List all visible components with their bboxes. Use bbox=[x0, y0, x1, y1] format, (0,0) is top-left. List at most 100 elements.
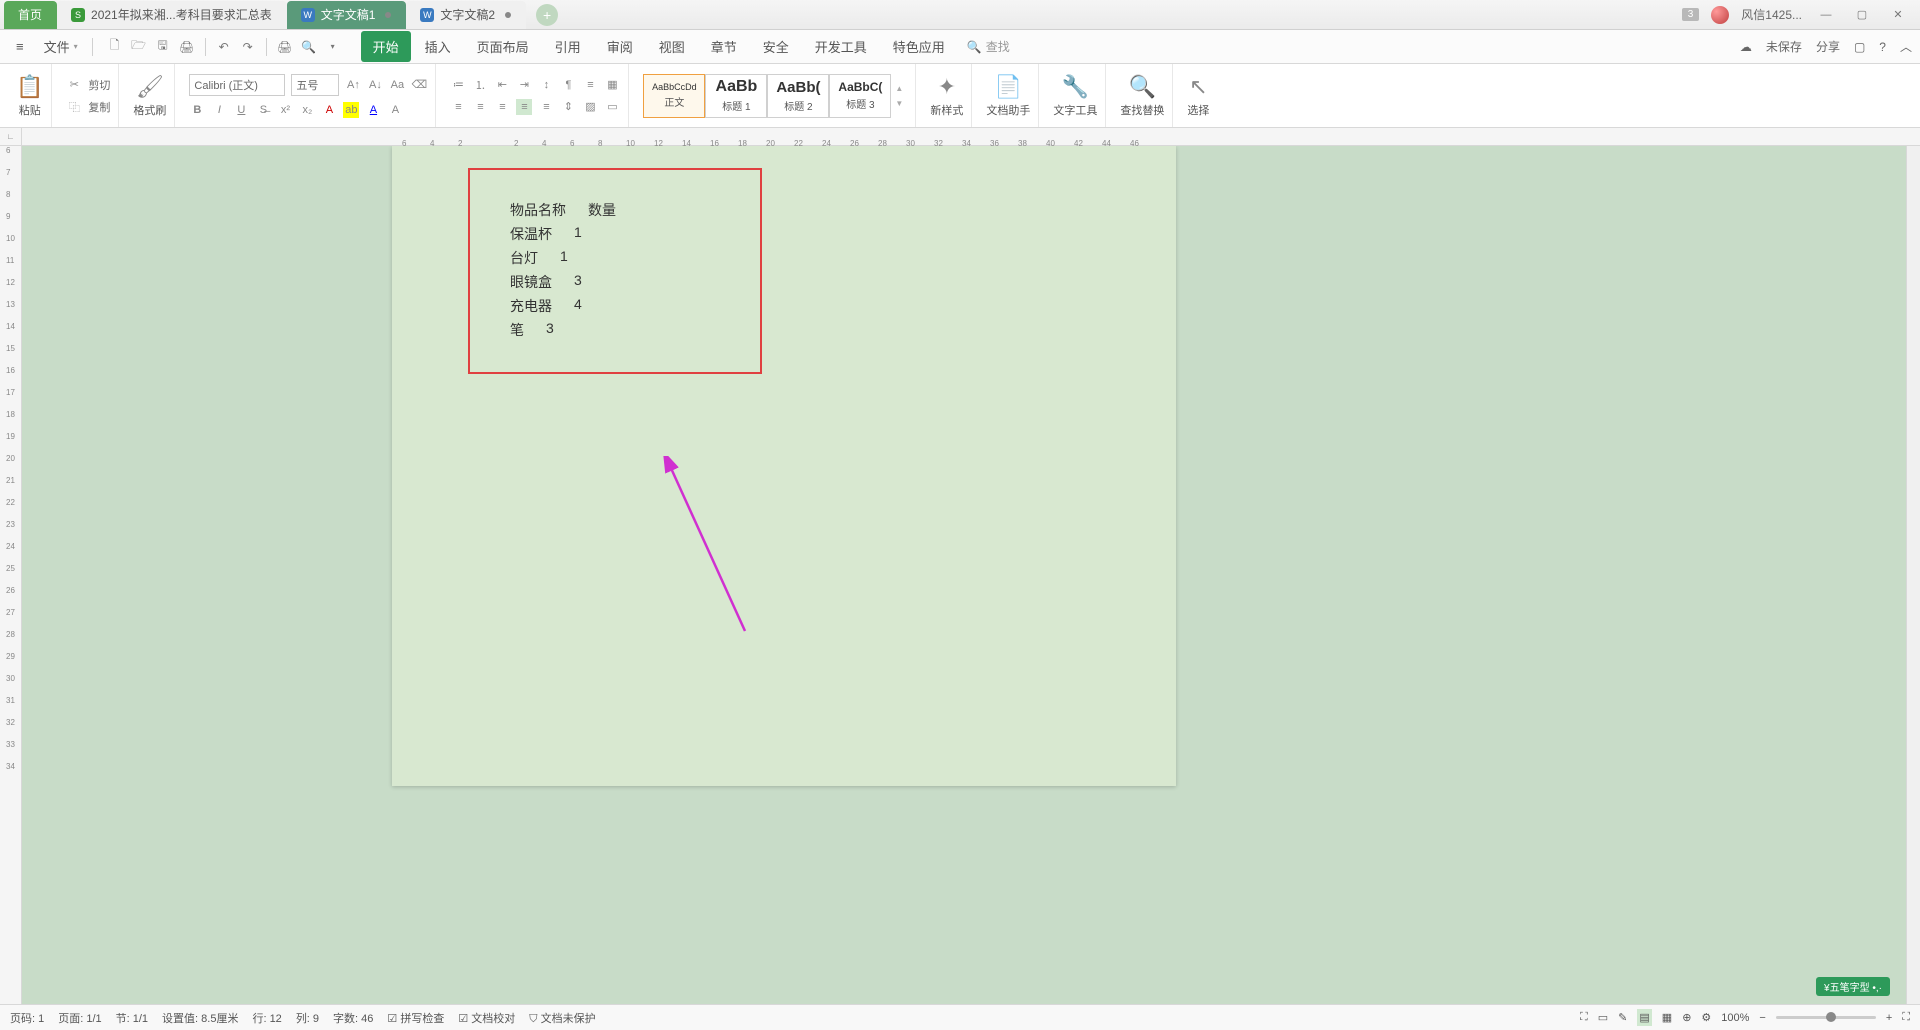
avatar-icon[interactable] bbox=[1711, 6, 1729, 24]
tab-start[interactable]: 开始 bbox=[361, 31, 411, 62]
copy-button[interactable]: ⿻复制 bbox=[66, 99, 110, 115]
file-menu[interactable]: 文件▾ bbox=[36, 33, 86, 60]
decrease-font-icon[interactable]: A↓ bbox=[367, 77, 383, 93]
zoom-thumb[interactable] bbox=[1826, 1012, 1836, 1022]
hamburger-icon[interactable]: ≡ bbox=[8, 35, 32, 58]
status-page[interactable]: 页面: 1/1 bbox=[58, 1010, 101, 1026]
minimize-button[interactable]: — bbox=[1814, 5, 1838, 25]
tab-doc-1[interactable]: W文字文稿1 bbox=[287, 1, 407, 29]
style-body[interactable]: AaBbCcDd正文 bbox=[643, 74, 705, 118]
tab-review[interactable]: 审阅 bbox=[595, 31, 645, 62]
edit-mode-icon[interactable]: ✎ bbox=[1618, 1011, 1627, 1024]
unsaved-label[interactable]: 未保存 bbox=[1766, 38, 1802, 55]
fullscreen-icon[interactable]: ⛶ bbox=[1580, 1011, 1588, 1024]
subscript-icon[interactable]: x₂ bbox=[299, 102, 315, 118]
cut-button[interactable]: ✂剪切 bbox=[66, 77, 110, 93]
ruler-vertical[interactable]: 6789101112131415161718192021222324252627… bbox=[0, 146, 22, 1004]
bookmark-icon[interactable]: ▢ bbox=[1854, 40, 1865, 54]
new-icon[interactable]: 🗋 bbox=[107, 39, 123, 55]
zoom-slider[interactable] bbox=[1776, 1016, 1876, 1019]
cloud-icon[interactable]: ☁ bbox=[1740, 40, 1752, 54]
scrollbar-vertical[interactable] bbox=[1906, 146, 1920, 1004]
status-col[interactable]: 列: 9 bbox=[296, 1010, 319, 1026]
font-underline-color-icon[interactable]: A bbox=[365, 102, 381, 118]
page-view-icon[interactable]: ▤ bbox=[1637, 1009, 1651, 1026]
align-right-icon[interactable]: ≡ bbox=[494, 99, 510, 115]
paste-button[interactable]: 📋粘贴 bbox=[16, 74, 43, 118]
select-button[interactable]: ↖选择 bbox=[1187, 74, 1209, 118]
style-down-icon[interactable]: ▼ bbox=[895, 99, 903, 108]
align-center-icon[interactable]: ≡ bbox=[472, 99, 488, 115]
font-name-select[interactable]: Calibri (正文) bbox=[189, 74, 285, 96]
web-view-icon[interactable]: ⊕ bbox=[1682, 1011, 1691, 1024]
chevron-down-icon[interactable]: ▾ bbox=[325, 39, 341, 55]
highlight-icon[interactable]: ab bbox=[343, 102, 359, 118]
zoom-value[interactable]: 100% bbox=[1721, 1012, 1749, 1024]
print-icon[interactable]: 🖨 bbox=[277, 39, 293, 55]
tab-pagelayout[interactable]: 页面布局 bbox=[465, 31, 541, 62]
borders-icon[interactable]: ▦ bbox=[604, 77, 620, 93]
close-button[interactable]: ✕ bbox=[1886, 5, 1910, 25]
status-pagecode[interactable]: 页码: 1 bbox=[10, 1010, 44, 1026]
ruler-horizontal[interactable]: ∟ 64224681012141618202224262830323436384… bbox=[0, 128, 1920, 146]
align-left-icon[interactable]: ≡ bbox=[450, 99, 466, 115]
status-protect[interactable]: ⛉ 文档未保护 bbox=[529, 1010, 595, 1026]
search-box[interactable]: 🔍 查找 bbox=[967, 38, 1010, 55]
font-color-icon[interactable]: A bbox=[321, 102, 337, 118]
new-tab-button[interactable]: + bbox=[536, 4, 558, 26]
font-size-select[interactable]: 五号 bbox=[291, 74, 339, 96]
status-section[interactable]: 节: 1/1 bbox=[116, 1010, 148, 1026]
outline-view-icon[interactable]: ▦ bbox=[1662, 1011, 1672, 1024]
increase-indent-icon[interactable]: ⇥ bbox=[516, 77, 532, 93]
save-icon[interactable]: 🖫 bbox=[155, 39, 171, 55]
style-up-icon[interactable]: ▲ bbox=[895, 84, 903, 93]
tab-special[interactable]: 特色应用 bbox=[881, 31, 957, 62]
superscript-icon[interactable]: x² bbox=[277, 102, 293, 118]
change-case-icon[interactable]: Aa bbox=[389, 77, 405, 93]
redo-icon[interactable]: ↷ bbox=[240, 39, 256, 55]
document-scroll[interactable]: 物品名称 数量 保温杯1 台灯1 眼镜盒3 充电器4 笔3 bbox=[22, 146, 1920, 1004]
bullets-icon[interactable]: ≔ bbox=[450, 77, 466, 93]
numbering-icon[interactable]: ⒈ bbox=[472, 77, 488, 93]
ruler-corner[interactable]: ∟ bbox=[0, 128, 22, 146]
shading-icon[interactable]: ▨ bbox=[582, 99, 598, 115]
restore-button[interactable]: ▢ bbox=[1850, 5, 1874, 25]
bold-icon[interactable]: B bbox=[189, 102, 205, 118]
status-line[interactable]: 行: 12 bbox=[252, 1010, 281, 1026]
character-shading-icon[interactable]: A bbox=[387, 102, 403, 118]
format-painter-button[interactable]: 🖌格式刷 bbox=[133, 74, 166, 118]
tab-doc-0[interactable]: S2021年拟来湘...考科目要求汇总表 bbox=[57, 1, 287, 29]
status-words[interactable]: 字数: 46 bbox=[333, 1010, 373, 1026]
user-name[interactable]: 风信1425... bbox=[1741, 6, 1802, 23]
strike-icon[interactable]: S̶ bbox=[255, 102, 271, 118]
tab-security[interactable]: 安全 bbox=[751, 31, 801, 62]
new-style-button[interactable]: ✦新样式 bbox=[930, 74, 963, 118]
print-direct-icon[interactable]: 🖨 bbox=[179, 39, 195, 55]
increase-font-icon[interactable]: A↑ bbox=[345, 77, 361, 93]
eye-protect-icon[interactable]: ⚙ bbox=[1701, 1011, 1711, 1024]
style-h1[interactable]: AaBb标题 1 bbox=[705, 74, 767, 118]
line-height-icon[interactable]: ⇕ bbox=[560, 99, 576, 115]
share-button[interactable]: 分享 bbox=[1816, 38, 1840, 55]
read-mode-icon[interactable]: ▭ bbox=[1598, 1011, 1608, 1024]
status-position[interactable]: 设置值: 8.5厘米 bbox=[162, 1010, 238, 1026]
notification-badge[interactable]: 3 bbox=[1682, 8, 1700, 21]
tab-symbol-icon[interactable]: ¶ bbox=[560, 77, 576, 93]
align-justify-icon[interactable]: ≡ bbox=[516, 99, 532, 115]
italic-icon[interactable]: I bbox=[211, 102, 227, 118]
text-tools-button[interactable]: 🔧文字工具 bbox=[1053, 74, 1097, 118]
distribute-icon[interactable]: ≡ bbox=[538, 99, 554, 115]
collapse-ribbon-icon[interactable]: ︿ bbox=[1900, 38, 1912, 55]
para-border-icon[interactable]: ▭ bbox=[604, 99, 620, 115]
status-proof[interactable]: ☑ 文档校对 bbox=[458, 1010, 515, 1026]
help-icon[interactable]: ? bbox=[1879, 40, 1886, 54]
status-spell[interactable]: ☑ 拼写检查 bbox=[387, 1010, 444, 1026]
tab-devtools[interactable]: 开发工具 bbox=[803, 31, 879, 62]
tab-home[interactable]: 首页 bbox=[4, 1, 57, 29]
fit-page-icon[interactable]: ⛶ bbox=[1902, 1011, 1910, 1024]
find-replace-button[interactable]: 🔍查找替换 bbox=[1120, 74, 1164, 118]
doc-helper-button[interactable]: 📄文档助手 bbox=[986, 74, 1030, 118]
style-h3[interactable]: AaBbC(标题 3 bbox=[829, 74, 891, 118]
clear-format-icon[interactable]: ⌫ bbox=[411, 77, 427, 93]
zoom-in-icon[interactable]: + bbox=[1886, 1012, 1892, 1024]
